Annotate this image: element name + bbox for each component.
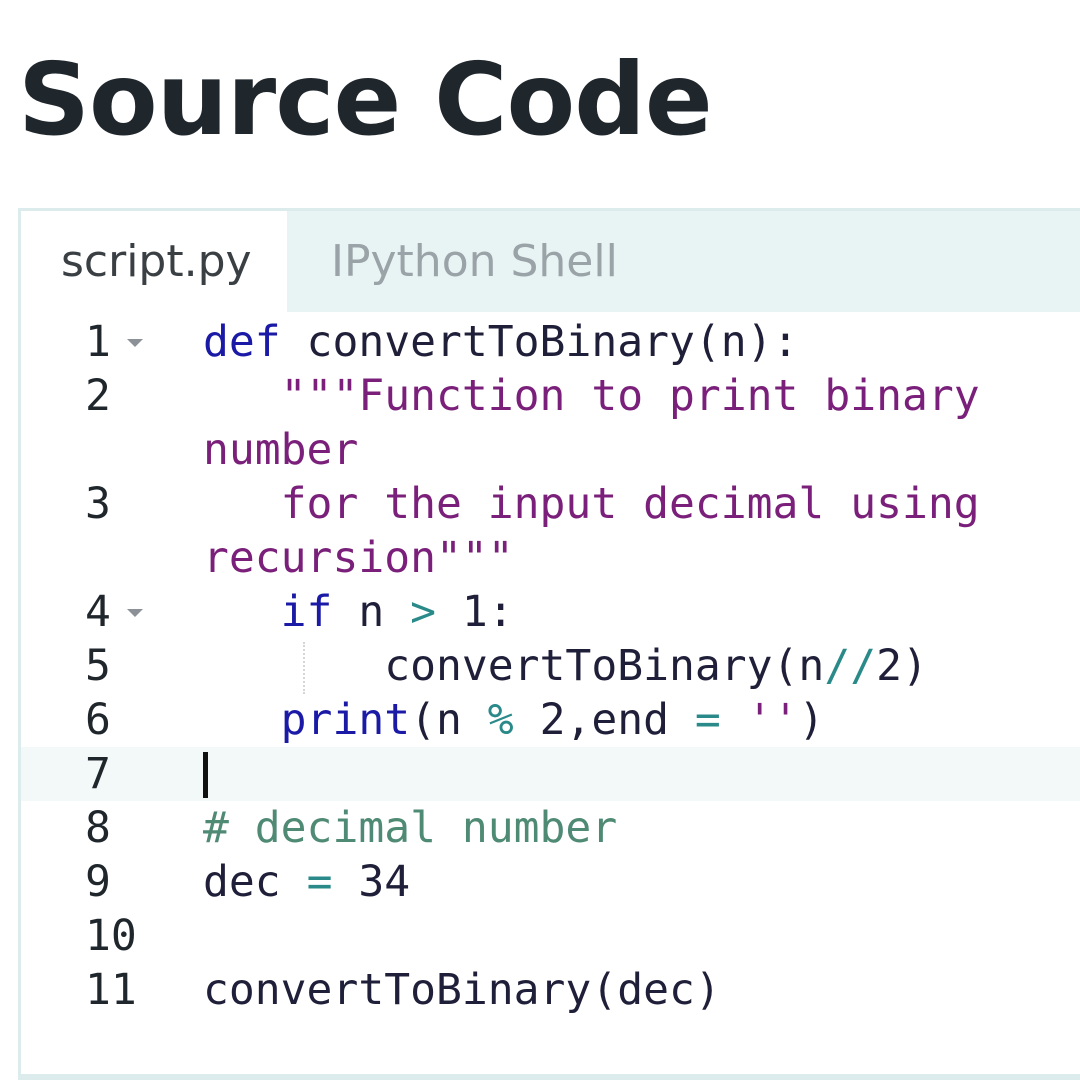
code-line[interactable]: # decimal number [203,801,617,855]
code-token: // [824,641,877,691]
tab-ipython-shell[interactable]: IPython Shell [287,211,707,312]
code-token: 2) [876,641,928,691]
line-number: 8 [85,803,111,853]
code-token: (n [410,695,488,745]
code-token: number [203,425,359,475]
line-number: 3 [85,479,111,529]
code-token: = [306,857,333,907]
code-token: if [280,587,333,637]
code-token: dec [203,857,307,907]
line-number: 11 [85,965,137,1015]
code-line[interactable]: def convertToBinary(n): [203,315,798,369]
line-number: 1 [85,317,111,367]
code-line[interactable]: """Function to print binary [203,369,980,423]
code-line[interactable]: for the input decimal using [203,477,980,531]
code-token: convertToBinary(dec) [203,965,721,1015]
code-token: 34 [332,857,411,907]
code-token: % [487,695,514,745]
line-number: 10 [85,911,137,961]
code-line[interactable]: if n > 1: [203,585,514,639]
code-area[interactable]: 1 def convertToBinary(n): 2 """Function to… [21,312,1080,1080]
chevron-down-icon[interactable] [127,339,143,347]
code-token: n [332,587,411,637]
code-token: def [203,317,281,367]
code-token: """Function to print binary [203,371,980,421]
code-line-wrapped[interactable]: recursion""" [203,531,514,585]
active-line-highlight [21,747,1080,801]
code-line[interactable]: dec = 34 [203,855,410,909]
code-token: ) [798,695,825,745]
tab-script-py[interactable]: script.py [21,211,287,312]
line-number: 2 [85,371,111,421]
code-token: > [410,587,437,637]
line-number: 9 [85,857,111,907]
code-token: '' [746,695,799,745]
code-line[interactable]: convertToBinary(dec) [203,963,721,1017]
line-number: 4 [85,587,111,637]
code-line[interactable]: print(n % 2,end = '') [203,693,825,747]
line-number: 6 [85,695,111,745]
code-line[interactable]: convertToBinary(n//2) [203,639,928,693]
code-token: 2,end [513,695,695,745]
code-editor: script.py IPython Shell 1 def convertToBi… [18,208,1080,1080]
line-number: 7 [85,749,111,799]
code-token: recursion""" [203,533,514,583]
tab-bar: script.py IPython Shell [21,211,1080,312]
page-title: Source Code [18,41,713,158]
code-token: print [280,695,411,745]
text-cursor [203,752,208,798]
code-token: convertToBinary(n): [280,317,799,367]
code-token: # decimal number [203,803,618,853]
code-token: = [694,695,721,745]
code-token: for the input decimal using [203,479,980,529]
code-token: convertToBinary(n [203,641,825,691]
code-token: 1: [436,587,514,637]
chevron-down-icon[interactable] [127,609,143,617]
code-line-wrapped[interactable]: number [203,423,358,477]
line-number: 5 [85,641,111,691]
editor-bottom-border [21,1074,1080,1080]
